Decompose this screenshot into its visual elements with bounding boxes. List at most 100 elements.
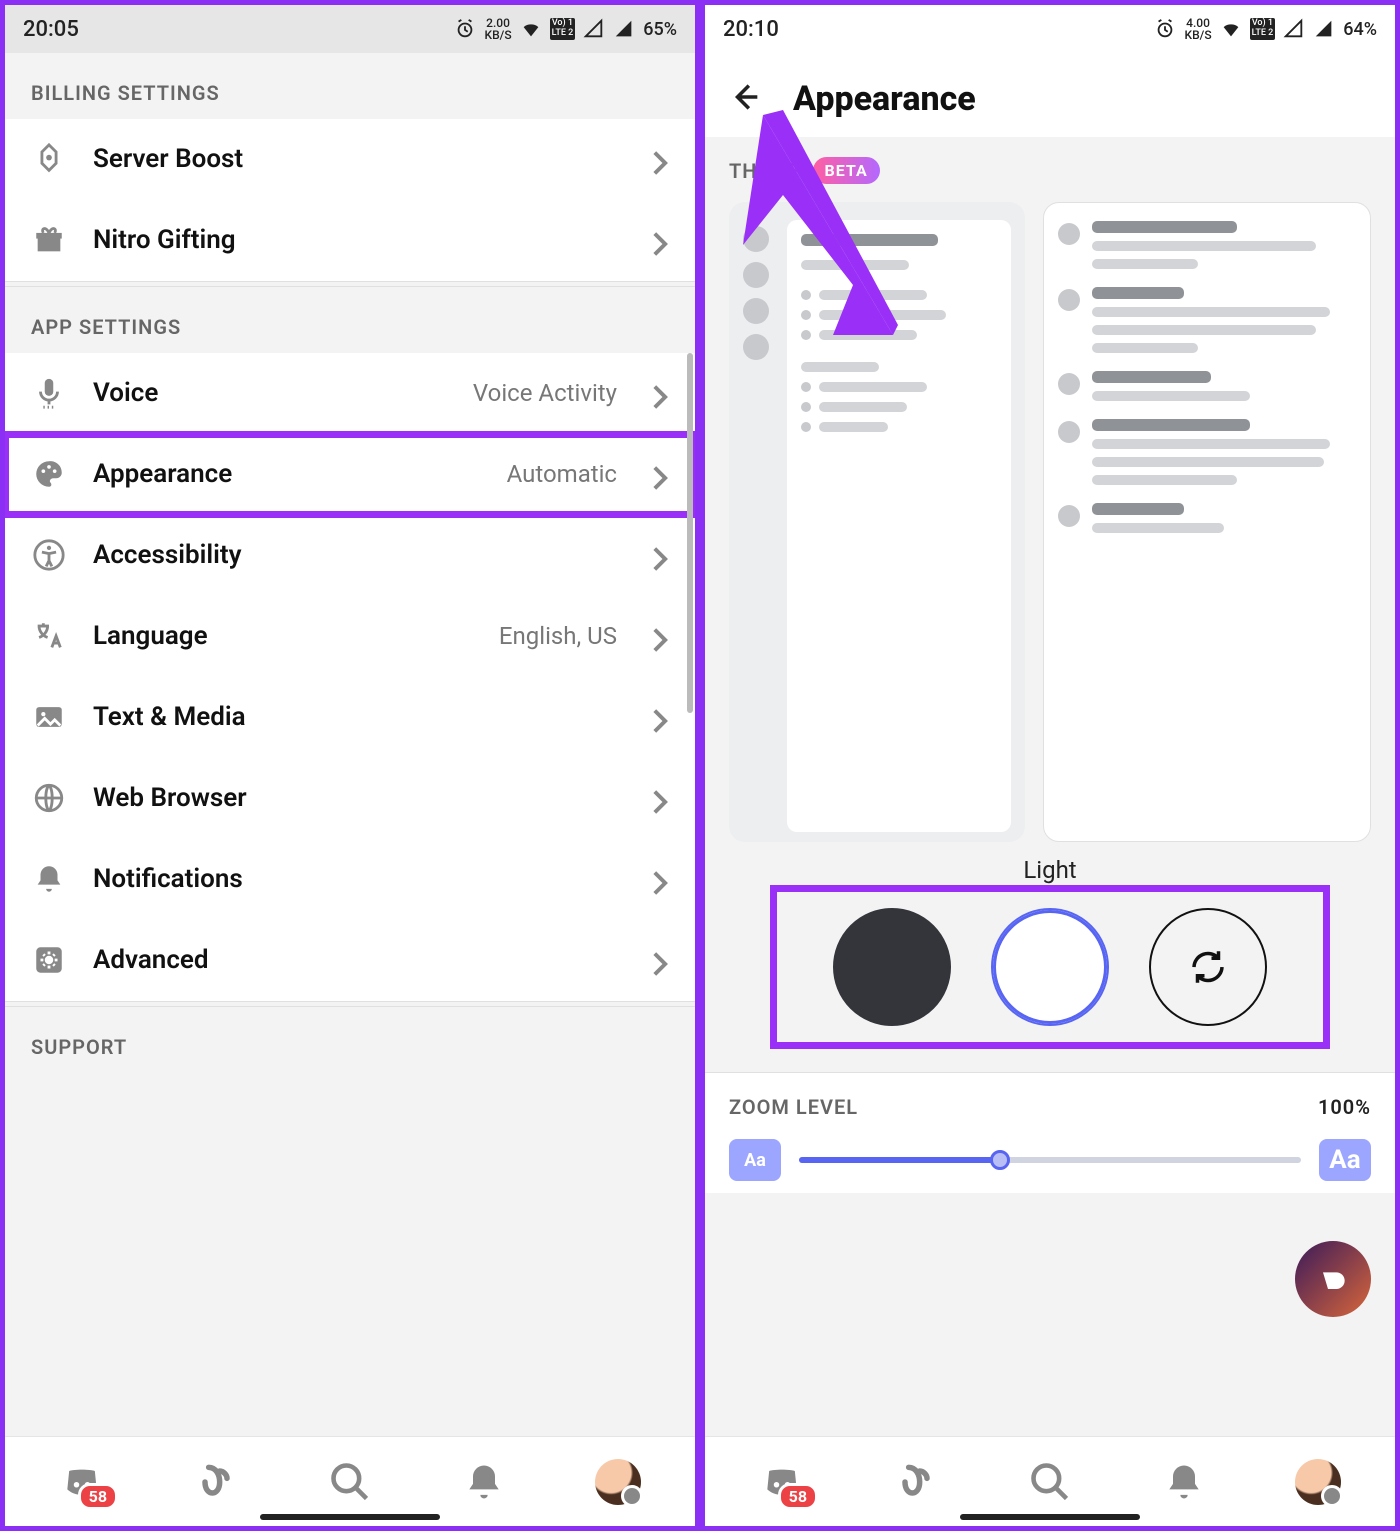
preview-light-sidebar[interactable] xyxy=(729,202,1025,842)
row-appearance[interactable]: Appearance Automatic xyxy=(5,434,695,515)
preview-light-chat[interactable] xyxy=(1043,202,1371,842)
wifi-icon xyxy=(1220,18,1242,40)
current-theme-label: Light xyxy=(729,856,1371,884)
theme-dark[interactable] xyxy=(833,908,951,1026)
chevron-right-icon xyxy=(651,384,669,402)
alarm-icon xyxy=(454,18,476,40)
status-time: 20:05 xyxy=(23,17,79,42)
theme-sync[interactable] xyxy=(1149,908,1267,1026)
language-icon xyxy=(31,618,67,654)
avatar xyxy=(595,1459,641,1505)
zoom-value: 100% xyxy=(1318,1095,1371,1119)
network-speed: 4.00KB/S xyxy=(1184,17,1211,41)
row-advanced[interactable]: Advanced xyxy=(5,920,695,1001)
alarm-icon xyxy=(1154,18,1176,40)
nav-notifications[interactable] xyxy=(454,1452,514,1512)
wave-icon xyxy=(194,1460,238,1504)
row-accessibility[interactable]: Accessibility xyxy=(5,515,695,596)
accessibility-icon xyxy=(31,537,67,573)
network-speed: 2.00KB/S xyxy=(484,17,511,41)
page-title: Appearance xyxy=(793,79,976,119)
search-icon xyxy=(1028,1460,1072,1504)
search-icon xyxy=(328,1460,372,1504)
signal-icon xyxy=(583,18,605,40)
nav-search[interactable] xyxy=(320,1452,380,1512)
row-voice[interactable]: Voice Voice Activity xyxy=(5,353,695,434)
row-server-boost[interactable]: Server Boost xyxy=(5,119,695,200)
boost-icon xyxy=(31,141,67,177)
theme-header: THEME BETA xyxy=(729,157,1371,184)
scrollbar[interactable] xyxy=(687,353,693,713)
row-language[interactable]: Language English, US xyxy=(5,596,695,677)
theme-swatches xyxy=(779,894,1321,1040)
row-web-browser[interactable]: Web Browser xyxy=(5,758,695,839)
appearance-screen: 20:10 4.00KB/S Vo) 1 LTE 2 64% Appearanc… xyxy=(700,0,1400,1531)
zoom-header: ZOOM LEVEL xyxy=(729,1095,858,1119)
globe-icon xyxy=(31,780,67,816)
chevron-right-icon xyxy=(651,150,669,168)
nav-notifications[interactable] xyxy=(1154,1452,1214,1512)
gift-icon xyxy=(31,222,67,258)
language-value: English, US xyxy=(499,622,617,650)
nav-home[interactable]: 58 xyxy=(752,1452,812,1512)
wave-icon xyxy=(894,1460,938,1504)
lte-badge: Vo) 1 LTE 2 xyxy=(1250,18,1276,40)
nav-profile[interactable] xyxy=(1288,1452,1348,1512)
section-header-app: APP SETTINGS xyxy=(5,287,695,353)
nitro-icon xyxy=(1313,1259,1353,1299)
status-bar: 20:05 2.00KB/S Vo) 1 LTE 2 65% xyxy=(5,5,695,53)
voice-value: Voice Activity xyxy=(473,379,617,407)
home-handle[interactable] xyxy=(260,1514,440,1520)
appbar: Appearance xyxy=(705,53,1395,137)
nav-home[interactable]: 58 xyxy=(52,1452,112,1512)
battery-pct: 64% xyxy=(1343,19,1377,40)
settings-screen: 20:05 2.00KB/S Vo) 1 LTE 2 65% BILLING S… xyxy=(0,0,700,1531)
chevron-right-icon xyxy=(651,231,669,249)
section-header-support: SUPPORT xyxy=(5,1007,695,1073)
signal-icon xyxy=(1283,18,1305,40)
zoom-min-icon[interactable]: Aa xyxy=(729,1139,781,1181)
chevron-right-icon xyxy=(651,789,669,807)
appearance-value: Automatic xyxy=(507,460,617,488)
bottom-nav: 58 xyxy=(5,1436,695,1526)
nitro-fab[interactable] xyxy=(1295,1241,1371,1317)
chevron-right-icon xyxy=(651,465,669,483)
home-handle[interactable] xyxy=(960,1514,1140,1520)
theme-previews xyxy=(729,202,1371,842)
nav-friends[interactable] xyxy=(186,1452,246,1512)
chevron-right-icon xyxy=(651,546,669,564)
mic-icon xyxy=(31,375,67,411)
nav-badge: 58 xyxy=(78,1483,118,1510)
zoom-slider[interactable] xyxy=(799,1157,1301,1163)
beta-badge: BETA xyxy=(813,157,880,184)
row-notifications[interactable]: Notifications xyxy=(5,839,695,920)
nav-friends[interactable] xyxy=(886,1452,946,1512)
row-text-media[interactable]: Text & Media xyxy=(5,677,695,758)
bell-icon xyxy=(462,1460,506,1504)
nav-search[interactable] xyxy=(1020,1452,1080,1512)
nav-badge: 58 xyxy=(778,1483,818,1510)
zoom-max-icon[interactable]: Aa xyxy=(1319,1139,1371,1181)
signal-icon-2 xyxy=(613,18,635,40)
section-header-billing: BILLING SETTINGS xyxy=(5,53,695,119)
theme-light[interactable] xyxy=(991,908,1109,1026)
nav-profile[interactable] xyxy=(588,1452,648,1512)
row-nitro-gifting[interactable]: Nitro Gifting xyxy=(5,200,695,281)
bottom-nav: 58 xyxy=(705,1436,1395,1526)
back-button[interactable] xyxy=(729,80,763,118)
chevron-right-icon xyxy=(651,951,669,969)
wifi-icon xyxy=(520,18,542,40)
chevron-right-icon xyxy=(651,708,669,726)
lte-badge: Vo) 1 LTE 2 xyxy=(550,18,576,40)
bell-icon xyxy=(31,861,67,897)
battery-pct: 65% xyxy=(643,19,677,40)
palette-icon xyxy=(31,456,67,492)
status-time: 20:10 xyxy=(723,17,779,42)
signal-icon-2 xyxy=(1313,18,1335,40)
image-icon xyxy=(31,699,67,735)
bell-icon xyxy=(1162,1460,1206,1504)
avatar xyxy=(1295,1459,1341,1505)
chevron-right-icon xyxy=(651,870,669,888)
chevron-right-icon xyxy=(651,627,669,645)
gear-box-icon xyxy=(31,942,67,978)
